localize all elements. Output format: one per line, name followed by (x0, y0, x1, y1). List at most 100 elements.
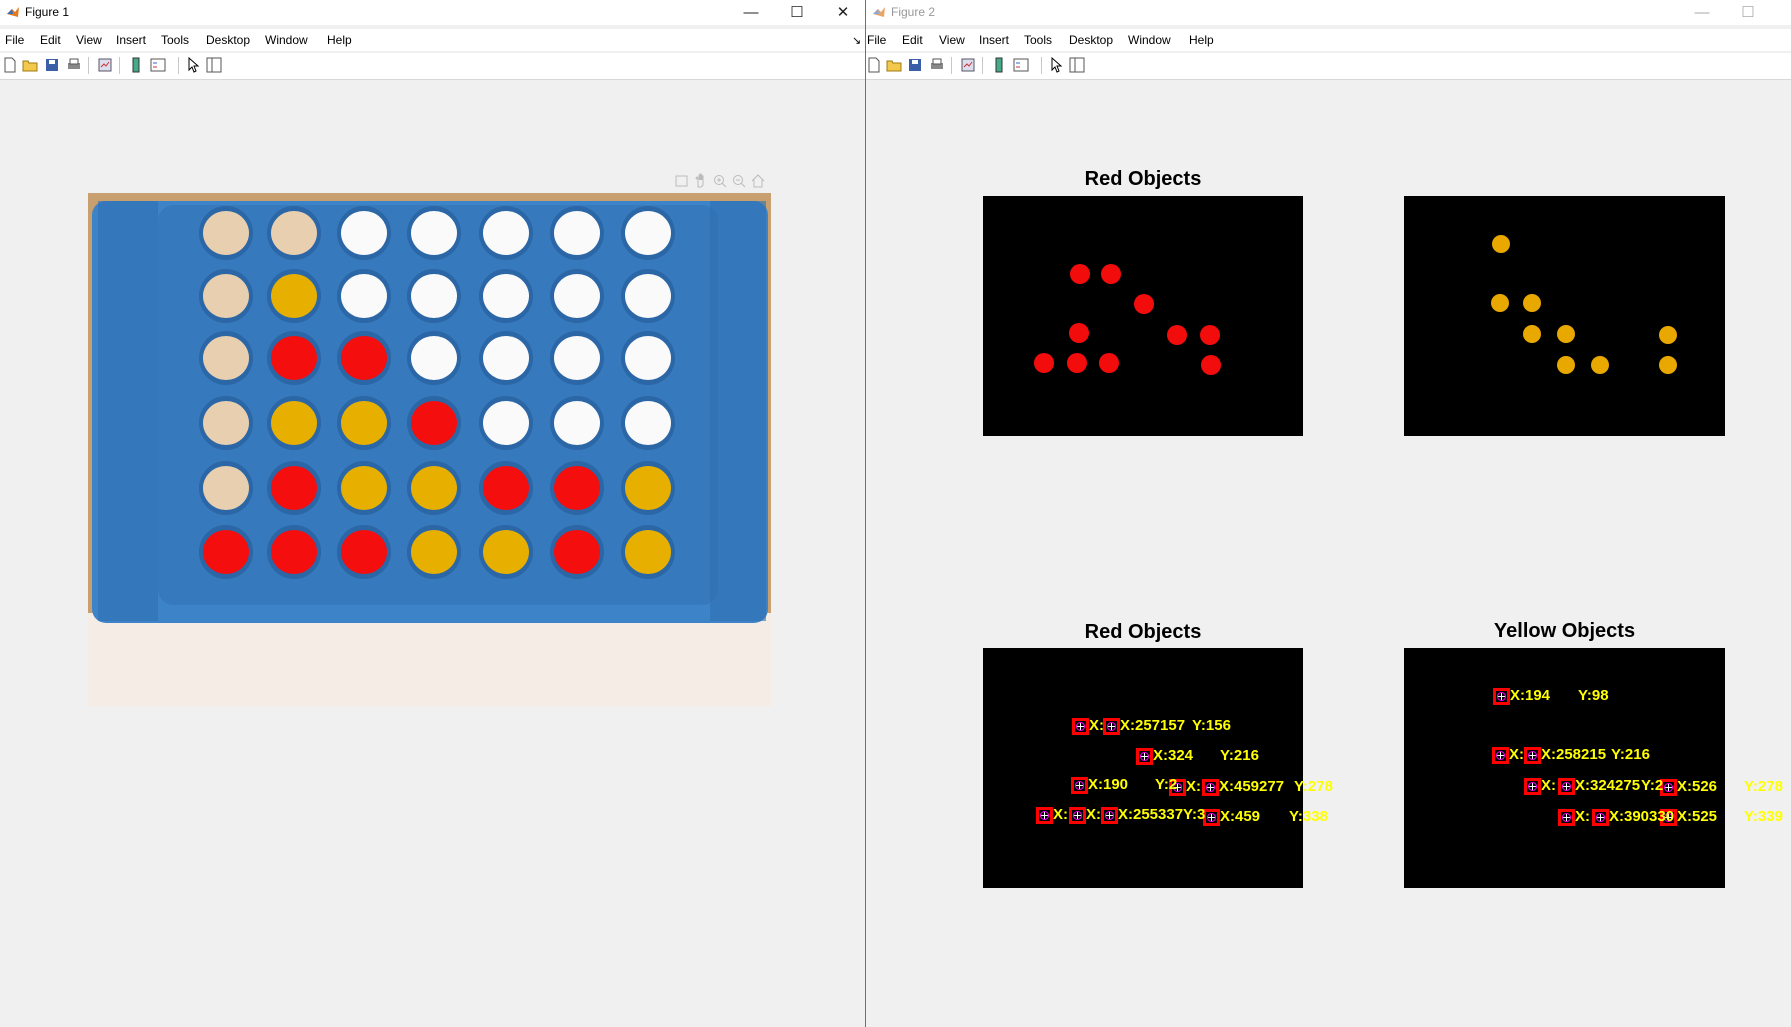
property-inspector-icon[interactable] (1069, 57, 1085, 73)
print-icon[interactable] (929, 57, 945, 73)
menu-window[interactable]: Window (265, 33, 308, 47)
undock-arrow-icon[interactable]: ↘ (852, 34, 861, 47)
print-icon[interactable] (66, 57, 82, 73)
board-cell-red (271, 466, 317, 510)
menu-edit[interactable]: Edit (40, 33, 61, 47)
centroid-marker (1524, 778, 1541, 795)
blob (1101, 264, 1121, 284)
export-icon[interactable] (674, 173, 690, 189)
edit-plot-pointer-icon[interactable] (185, 57, 201, 73)
blob (1069, 323, 1089, 343)
centroid-marker (1592, 809, 1609, 826)
centroid-label: X:190 (1088, 776, 1129, 793)
board-cell-white (554, 336, 600, 380)
blob (1200, 325, 1220, 345)
board-cell-yellow (341, 466, 387, 510)
connect-four-board-image (88, 193, 771, 706)
board-cell-red (203, 530, 249, 574)
menu-tools[interactable]: Tools (1024, 33, 1052, 47)
blob (1201, 355, 1221, 375)
blob (1591, 356, 1609, 374)
board-cell-tan (203, 466, 249, 510)
blob (1491, 294, 1509, 312)
centroid-label: Y:2 (1641, 777, 1664, 794)
centroid-label: X:459277 (1219, 778, 1285, 795)
board-cell-tan (271, 211, 317, 255)
property-inspector-icon[interactable] (206, 57, 222, 73)
centroid-marker (1103, 718, 1120, 735)
board-right-leg (710, 201, 766, 621)
maximize-button[interactable]: ☐ (774, 0, 820, 25)
menu-edit[interactable]: Edit (902, 33, 923, 47)
blob (1492, 235, 1510, 253)
board-cell-yellow (271, 274, 317, 318)
colorbar-icon[interactable] (991, 57, 1007, 73)
open-file-icon[interactable] (22, 57, 38, 73)
home-icon[interactable] (750, 173, 766, 189)
link-plot-icon[interactable] (97, 57, 113, 73)
menu-desktop[interactable]: Desktop (206, 33, 250, 47)
colorbar-icon[interactable] (128, 57, 144, 73)
red-objects-title-bottom: Red Objects (1084, 621, 1202, 643)
board-cell-yellow (483, 530, 529, 574)
menu-tools[interactable]: Tools (161, 33, 189, 47)
centroid-label: X: (1089, 717, 1104, 734)
board-cell-white (411, 336, 457, 380)
red-objects-axes-top[interactable] (983, 196, 1303, 436)
menu-help[interactable]: Help (1189, 33, 1214, 47)
red-objects-centroid-axes[interactable]: X: X:257157 Y:156 X:324 Y:216 X:190 Y:2 X: X:459… (983, 648, 1333, 888)
centroid-label: Y:278 (1294, 778, 1333, 795)
menu-file[interactable]: File (867, 33, 886, 47)
board-cell-tan (203, 401, 249, 445)
maximize-button[interactable]: ☐ (1725, 0, 1771, 25)
save-icon[interactable] (907, 57, 923, 73)
zoom-out-icon[interactable] (731, 173, 747, 189)
menu-view[interactable]: View (939, 33, 965, 47)
zoom-in-icon[interactable] (712, 173, 728, 189)
open-file-icon[interactable] (886, 57, 902, 73)
centroid-label: X:459 (1220, 808, 1261, 825)
centroid-label: Y:338 (1289, 808, 1328, 825)
centroid-label: Y:339 (1744, 808, 1783, 825)
menu-file[interactable]: File (5, 33, 24, 47)
board-cell-white (554, 211, 600, 255)
save-icon[interactable] (44, 57, 60, 73)
figure-1-window: Figure 1 — ☐ ✕ File Edit View Insert Too… (0, 0, 866, 1027)
close-button[interactable]: ✕ (820, 0, 865, 25)
centroid-marker (1492, 747, 1509, 764)
new-figure-icon[interactable] (866, 57, 882, 73)
edit-plot-pointer-icon[interactable] (1048, 57, 1064, 73)
menu-help[interactable]: Help (327, 33, 352, 47)
board-cell-white (411, 274, 457, 318)
blob (1099, 353, 1119, 373)
blob (1070, 264, 1090, 284)
yellow-objects-axes-top[interactable] (1404, 196, 1725, 436)
menu-window[interactable]: Window (1128, 33, 1171, 47)
minimize-button[interactable]: — (1679, 0, 1725, 25)
legend-icon[interactable] (1013, 57, 1029, 73)
menu-view[interactable]: View (76, 33, 102, 47)
figure-2-title: Figure 2 (891, 5, 936, 19)
centroid-label: X:390330 (1609, 808, 1675, 825)
figure-1-titlebar[interactable]: Figure 1 — ☐ ✕ (0, 0, 865, 25)
minimize-button[interactable]: — (728, 0, 774, 25)
centroid-marker (1136, 748, 1153, 765)
board-cell-yellow (411, 530, 457, 574)
yellow-objects-centroid-axes[interactable]: X:194 Y:98 X: X:258215 Y:216 X: X:324275 Y:2 X:5… (1404, 648, 1783, 888)
board-cell-white (625, 336, 671, 380)
figure-2-titlebar[interactable]: Figure 2 — ☐ (866, 0, 1791, 25)
board-cell-white (554, 274, 600, 318)
legend-icon[interactable] (150, 57, 166, 73)
pan-hand-icon[interactable] (693, 173, 709, 189)
new-figure-icon[interactable] (2, 57, 18, 73)
centroid-label: X: (1509, 746, 1524, 763)
board-cell-white (625, 274, 671, 318)
board-cell-red (411, 401, 457, 445)
menu-desktop[interactable]: Desktop (1069, 33, 1113, 47)
menu-insert[interactable]: Insert (979, 33, 1009, 47)
link-plot-icon[interactable] (960, 57, 976, 73)
board-cell-yellow (411, 466, 457, 510)
table-surface (88, 613, 771, 706)
board-cell-white (341, 274, 387, 318)
menu-insert[interactable]: Insert (116, 33, 146, 47)
